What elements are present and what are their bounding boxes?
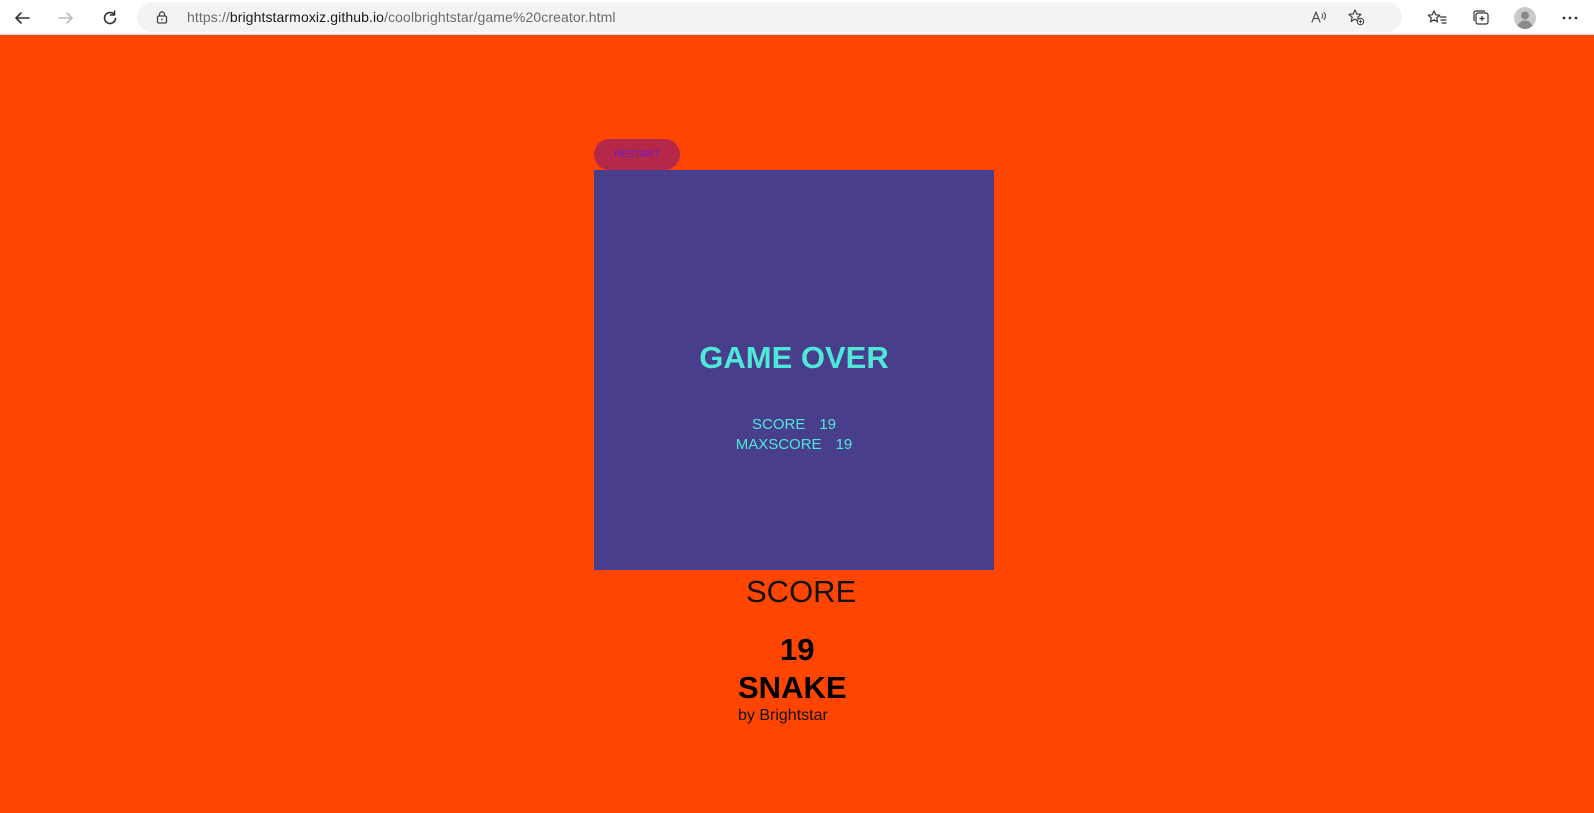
forward-button[interactable]: [51, 3, 81, 32]
add-favorite-button[interactable]: [1346, 7, 1366, 27]
favorites-button[interactable]: [1422, 3, 1452, 32]
score-value: 19: [819, 416, 837, 433]
score-display: 19: [780, 632, 815, 667]
add-favorite-icon: [1348, 9, 1365, 26]
maxscore-value: 19: [835, 436, 853, 453]
refresh-icon: [103, 9, 117, 24]
more-button[interactable]: [1555, 3, 1585, 32]
read-aloud-button[interactable]: [1309, 7, 1329, 27]
lock-icon[interactable]: [155, 10, 169, 24]
address-bar[interactable]: https://brightstarmoxiz.github.io/coolbr…: [137, 2, 1402, 32]
back-icon: [15, 11, 30, 24]
profile-button[interactable]: [1510, 3, 1540, 32]
restart-button[interactable]: RESTART: [594, 139, 680, 170]
url-host: brightstarmoxiz.github.io: [229, 9, 385, 25]
favorites-icon: [1427, 9, 1447, 24]
score-row: SCORE 19: [594, 415, 994, 435]
byline: by Brightstar: [738, 707, 828, 724]
url-path: /coolbrightstar/game%20creator.html: [384, 9, 616, 25]
maxscore-label: MAXSCORE: [735, 436, 822, 453]
game-title: SNAKE: [738, 670, 847, 705]
browser-toolbar: https://brightstarmoxiz.github.io/coolbr…: [0, 0, 1594, 35]
read-aloud-icon: [1311, 11, 1327, 23]
url-text[interactable]: https://brightstarmoxiz.github.io/coolbr…: [187, 2, 616, 32]
more-icon: [1562, 16, 1578, 19]
forward-icon: [58, 11, 73, 24]
collections-icon: [1473, 9, 1489, 25]
collections-button[interactable]: [1466, 3, 1496, 32]
refresh-button[interactable]: [95, 3, 125, 32]
score-label: SCORE: [751, 416, 806, 433]
maxscore-row: MAXSCORE 19: [594, 435, 994, 455]
game-over-text: GAME OVER: [699, 340, 889, 375]
profile-icon: [1514, 6, 1536, 29]
score-heading: SCORE: [746, 574, 857, 609]
url-scheme: https://: [187, 9, 230, 25]
game-board[interactable]: GAME OVER SCORE 19 MAXSCORE 19: [594, 170, 994, 570]
back-button[interactable]: [7, 3, 37, 32]
